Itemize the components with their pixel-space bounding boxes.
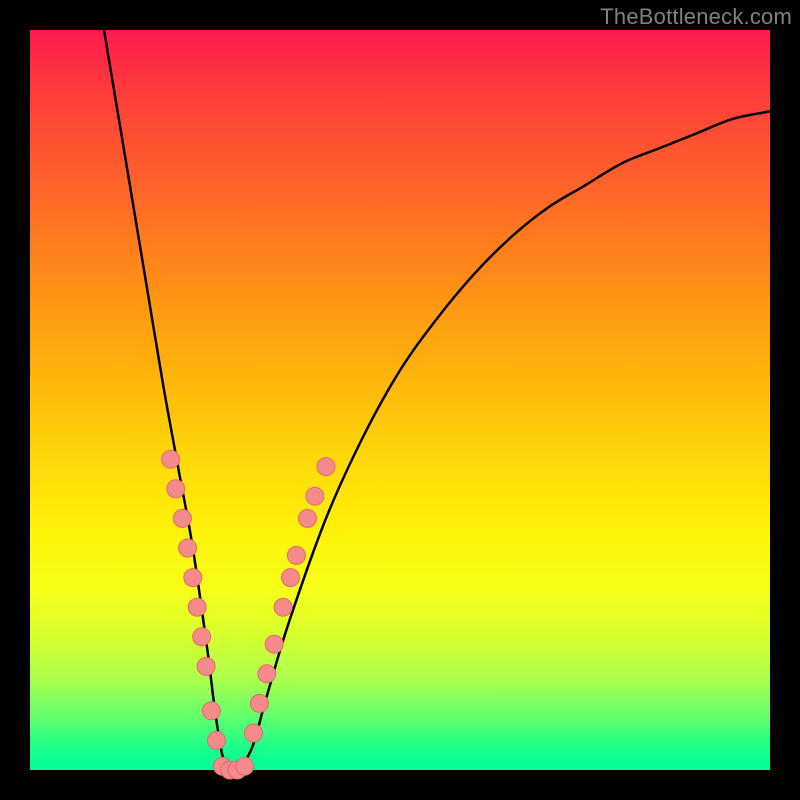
- data-dot: [282, 569, 300, 587]
- data-dot: [250, 694, 268, 712]
- data-dot: [299, 509, 317, 527]
- watermark-text: TheBottleneck.com: [600, 4, 792, 30]
- data-dot: [162, 450, 180, 468]
- data-dot: [184, 569, 202, 587]
- chart-frame: TheBottleneck.com: [0, 0, 800, 800]
- data-dot: [258, 665, 276, 683]
- data-dot: [179, 539, 197, 557]
- chart-svg: [30, 30, 770, 770]
- data-dot: [208, 731, 226, 749]
- data-dot: [197, 657, 215, 675]
- data-dot: [173, 509, 191, 527]
- data-dot: [236, 757, 254, 775]
- data-dot: [287, 546, 305, 564]
- data-dot: [167, 480, 185, 498]
- data-dot: [188, 598, 206, 616]
- data-dot: [306, 487, 324, 505]
- data-dot: [274, 598, 292, 616]
- data-dot: [193, 628, 211, 646]
- data-dot: [202, 702, 220, 720]
- data-dot: [265, 635, 283, 653]
- data-dot: [317, 458, 335, 476]
- plot-area: [30, 30, 770, 770]
- data-dots: [162, 450, 335, 779]
- data-dot: [245, 724, 263, 742]
